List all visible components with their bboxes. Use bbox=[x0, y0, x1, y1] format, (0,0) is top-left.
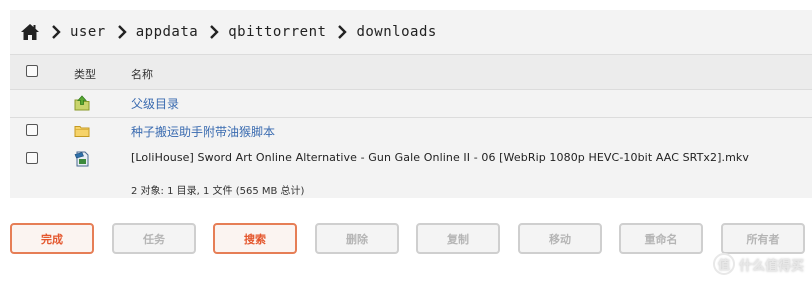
chevron-right-icon bbox=[117, 25, 127, 39]
column-header-name[interactable]: 名称 bbox=[131, 66, 153, 82]
watermark-text: 什么值得买 bbox=[738, 258, 804, 274]
table-header: 类型 名称 bbox=[10, 55, 812, 89]
rename-button[interactable]: 重命名 bbox=[619, 223, 703, 254]
table-row[interactable]: [LoliHouse] Sword Art Online Alternative… bbox=[10, 145, 812, 173]
row-checkbox[interactable] bbox=[26, 152, 38, 164]
table-row[interactable]: 父级目录 bbox=[10, 89, 812, 117]
parent-directory-link[interactable]: 父级目录 bbox=[131, 95, 179, 112]
row-checkbox[interactable] bbox=[26, 124, 38, 136]
breadcrumb: user appdata qbittorrent downloads bbox=[10, 10, 812, 54]
select-all-checkbox[interactable] bbox=[26, 65, 38, 77]
copy-button[interactable]: 复制 bbox=[416, 223, 500, 254]
selection-summary: 2 对象: 1 目录, 1 文件 (565 MB 总计) bbox=[131, 186, 305, 197]
delete-button[interactable]: 删除 bbox=[315, 223, 399, 254]
done-button[interactable]: 完成 bbox=[10, 223, 94, 254]
file-name[interactable]: [LoliHouse] Sword Art Online Alternative… bbox=[131, 151, 749, 164]
task-button[interactable]: 任务 bbox=[112, 223, 196, 254]
table-row[interactable]: 种子搬运助手附带油猴脚本 bbox=[10, 117, 812, 145]
watermark: 值 什么值得买 bbox=[712, 253, 804, 275]
file-browser: user appdata qbittorrent downloads 类型 名称… bbox=[10, 10, 812, 198]
breadcrumb-segment-downloads[interactable]: downloads bbox=[356, 24, 436, 40]
video-file-icon bbox=[74, 151, 90, 167]
owner-button[interactable]: 所有者 bbox=[721, 223, 805, 254]
column-header-type[interactable]: 类型 bbox=[74, 66, 96, 82]
search-button[interactable]: 搜索 bbox=[213, 223, 297, 254]
folder-up-icon bbox=[74, 95, 90, 111]
chevron-right-icon bbox=[337, 25, 348, 39]
action-toolbar: 完成 任务 搜索 删除 复制 移动 重命名 所有者 bbox=[10, 223, 812, 256]
move-button[interactable]: 移动 bbox=[518, 223, 602, 254]
breadcrumb-segment-user[interactable]: user bbox=[70, 24, 106, 40]
chevron-right-icon bbox=[51, 25, 61, 39]
breadcrumb-segment-qbittorrent[interactable]: qbittorrent bbox=[228, 24, 326, 40]
home-icon[interactable] bbox=[20, 23, 40, 41]
breadcrumb-segment-appdata[interactable]: appdata bbox=[136, 24, 199, 40]
folder-link[interactable]: 种子搬运助手附带油猴脚本 bbox=[131, 123, 275, 140]
chevron-right-icon bbox=[209, 25, 219, 39]
watermark-logo: 值 bbox=[712, 253, 735, 275]
folder-icon bbox=[74, 123, 90, 139]
